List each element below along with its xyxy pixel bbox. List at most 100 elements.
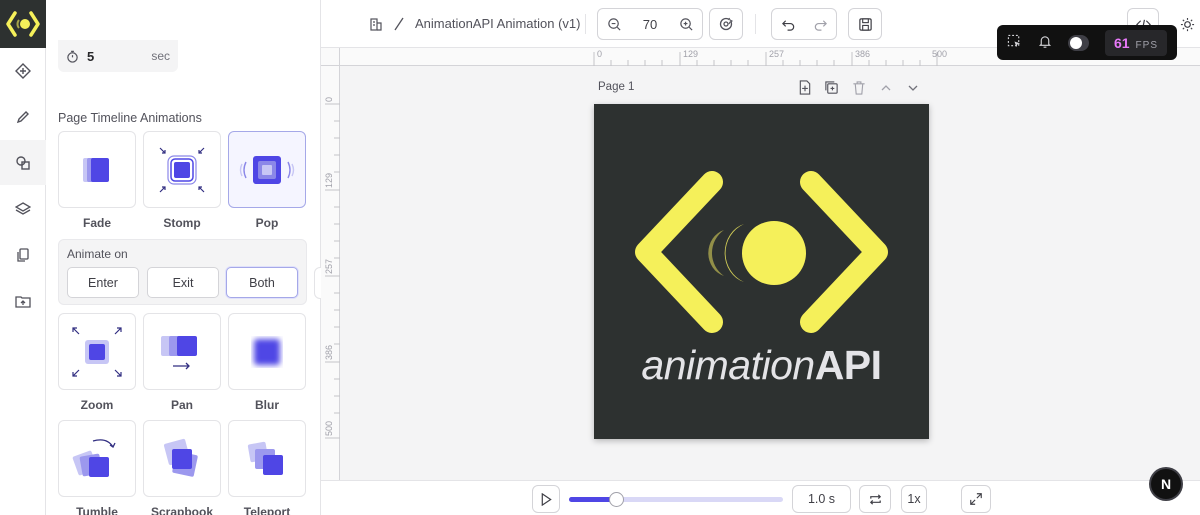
- playback-time[interactable]: 1.0 s: [792, 485, 851, 513]
- ruler-left-label: 0: [324, 96, 334, 102]
- save-icon: [858, 17, 872, 31]
- duration-field[interactable]: 5 sec: [58, 40, 178, 72]
- preset-zoom-label: Zoom: [80, 398, 114, 412]
- ai-assist-button[interactable]: [710, 9, 742, 39]
- ruler-left[interactable]: 0 129 257 386 500: [321, 66, 340, 480]
- preset-teleport[interactable]: [228, 420, 306, 497]
- animate-on-label: Animate on: [67, 247, 128, 261]
- preset-zoom[interactable]: [58, 313, 136, 390]
- draw-tool-button[interactable]: [0, 94, 46, 139]
- animate-on-both[interactable]: Both: [226, 267, 298, 298]
- preset-stomp-label: Stomp: [163, 216, 201, 230]
- selection-tool-button[interactable]: [1007, 34, 1022, 52]
- preset-tumble[interactable]: [58, 420, 136, 497]
- artboard[interactable]: animationAPI: [594, 104, 929, 439]
- pan-icon: [161, 335, 197, 369]
- folder-upload-icon: [15, 295, 31, 308]
- theme-toggle-button[interactable]: [1174, 9, 1200, 39]
- undo-button[interactable]: [772, 9, 804, 39]
- animate-on-group: Animate on Enter Exit Both: [58, 239, 307, 305]
- stopwatch-icon: [67, 50, 78, 63]
- move-page-up-button[interactable]: [876, 79, 895, 96]
- speed-button[interactable]: 1x: [901, 485, 927, 513]
- trash-icon: [852, 81, 865, 95]
- shapes-icon: [16, 155, 30, 170]
- animate-on-enter[interactable]: Enter: [67, 267, 139, 298]
- play-button[interactable]: [532, 485, 560, 513]
- divider: [585, 14, 586, 34]
- toggle-knob: [1070, 36, 1082, 49]
- shapes-tool-button[interactable]: [0, 140, 46, 185]
- ruler-left-label: 257: [324, 258, 334, 274]
- animate-on-exit[interactable]: Exit: [147, 267, 219, 298]
- loop-button[interactable]: [859, 485, 891, 513]
- fps-label: FPS: [1135, 39, 1158, 51]
- fps-value: 61: [1113, 34, 1130, 51]
- add-element-icon: [15, 62, 31, 79]
- brand-wordmark: animationAPI: [594, 342, 929, 389]
- layers-button[interactable]: [0, 186, 46, 231]
- ruler-top-label: 257: [769, 49, 785, 59]
- ruler-left-label: 129: [324, 172, 334, 188]
- brand-word-light: animation: [641, 342, 815, 388]
- timeline-thumb[interactable]: [609, 492, 625, 507]
- loop-icon: [869, 493, 881, 505]
- ruler-top-label: 0: [597, 49, 603, 59]
- add-element-button[interactable]: [0, 48, 46, 93]
- brand-mark[interactable]: [594, 104, 929, 344]
- delete-page-button[interactable]: [849, 79, 868, 96]
- user-badge[interactable]: N: [1151, 469, 1181, 499]
- zoom-level[interactable]: 70: [630, 17, 670, 32]
- pages-icon: [17, 247, 29, 262]
- preset-fade[interactable]: [58, 131, 136, 208]
- building-icon[interactable]: [369, 17, 383, 31]
- preset-pop-label: Pop: [255, 216, 279, 230]
- upload-folder-button[interactable]: [0, 278, 46, 323]
- ruler-left-label: 500: [324, 420, 334, 436]
- preset-stomp[interactable]: [143, 131, 221, 208]
- preset-pan[interactable]: [143, 313, 221, 390]
- logo-icon: [6, 11, 40, 37]
- duplicate-icon: [825, 81, 838, 94]
- move-page-down-button[interactable]: [903, 79, 922, 96]
- redo-button[interactable]: [804, 9, 836, 39]
- scrapbook-icon: [163, 438, 198, 477]
- timeline-slider[interactable]: [569, 492, 783, 507]
- divider: [755, 14, 756, 34]
- overlay-toggle[interactable]: [1068, 34, 1089, 51]
- tumble-icon: [72, 438, 116, 477]
- preset-blur[interactable]: [228, 313, 306, 390]
- pages-button[interactable]: [0, 232, 46, 277]
- page-label[interactable]: Page 1: [598, 81, 634, 93]
- document-title[interactable]: AnimationAPI Animation (v1): [415, 16, 580, 31]
- duration-unit: sec: [151, 49, 170, 63]
- preset-scrapbook-label: Scrapbook: [150, 505, 213, 515]
- preset-fade-label: Fade: [82, 216, 111, 230]
- brand-word-bold: API: [814, 342, 882, 388]
- fps-counter: 61 FPS: [1104, 29, 1167, 56]
- save-button[interactable]: [849, 9, 881, 39]
- zoom-out-button[interactable]: [598, 9, 630, 39]
- play-icon: [541, 492, 552, 506]
- layers-icon: [15, 201, 31, 215]
- animation-panel: 5 sec Page Timeline Animations Fade Stom…: [46, 0, 321, 515]
- zoom-out-icon: [607, 17, 621, 31]
- fullscreen-button[interactable]: [961, 485, 991, 513]
- add-page-button[interactable]: [795, 79, 814, 96]
- ruler-left-label: 386: [324, 344, 334, 360]
- magic-button-wrap: [709, 8, 743, 40]
- chevron-down-icon: [908, 85, 917, 91]
- notifications-button[interactable]: [1038, 34, 1052, 52]
- preset-scrapbook[interactable]: [143, 420, 221, 497]
- preset-pop[interactable]: [228, 131, 306, 208]
- bell-icon: [1038, 35, 1052, 48]
- app-logo[interactable]: [0, 0, 46, 48]
- duplicate-page-button[interactable]: [822, 79, 841, 96]
- preset-pan-label: Pan: [170, 398, 193, 412]
- ruler-top-label: 129: [683, 49, 699, 59]
- ruler-corner: [321, 48, 340, 66]
- zoom-in-button[interactable]: [670, 9, 702, 39]
- duration-value[interactable]: 5: [87, 49, 94, 64]
- zoom-in-icon: [679, 17, 693, 31]
- stomp-icon: [159, 147, 205, 192]
